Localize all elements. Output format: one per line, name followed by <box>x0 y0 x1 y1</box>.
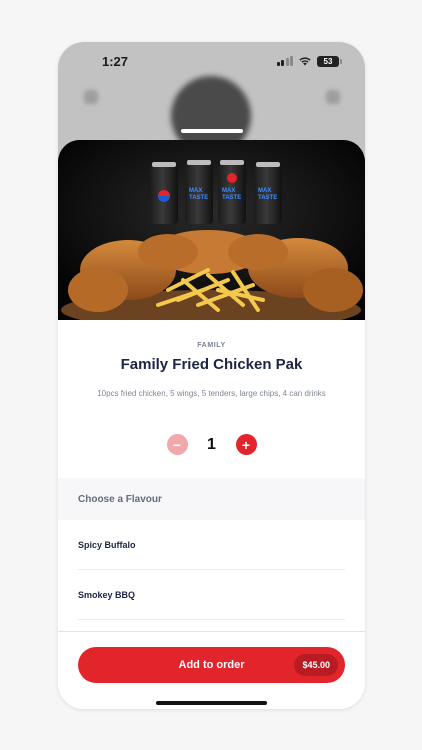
flavour-option-smokey-bbq[interactable]: Smokey BBQ <box>78 570 345 620</box>
add-to-order-button[interactable]: Add to order $45.00 <box>78 647 345 683</box>
signal-icon <box>276 56 293 66</box>
add-to-order-label: Add to order <box>178 659 245 671</box>
status-icons: 53 <box>276 55 342 67</box>
product-description: 10pcs fried chicken, 5 wings, 5 tenders,… <box>97 389 326 398</box>
drink-can: MAX TASTE <box>185 160 213 224</box>
drink-can: MAX TASTE <box>254 162 282 224</box>
home-indicator <box>156 701 267 705</box>
product-title: Family Fried Chicken Pak <box>120 356 303 373</box>
decrease-quantity-button[interactable]: − <box>166 434 188 455</box>
svg-text:MAX: MAX <box>222 188 235 194</box>
svg-text:TASTE: TASTE <box>222 195 241 201</box>
svg-text:MAX: MAX <box>258 188 271 194</box>
svg-text:MAX: MAX <box>189 188 202 194</box>
product-sheet: MAX TASTE MAX TASTE MAX TASTE FAMILY Fam… <box>58 140 365 709</box>
drink-can: MAX TASTE <box>218 160 246 224</box>
drink-can <box>150 162 178 224</box>
back-icon[interactable] <box>84 90 98 104</box>
quantity-value: 1 <box>207 435 216 453</box>
svg-text:TASTE: TASTE <box>189 195 208 201</box>
price-badge: $45.00 <box>294 654 338 676</box>
status-time: 1:27 <box>102 53 129 69</box>
flavour-section-header: Choose a Flavour <box>58 478 365 520</box>
quantity-stepper: − 1 + <box>58 434 365 455</box>
product-image: MAX TASTE MAX TASTE MAX TASTE <box>58 140 365 320</box>
product-info: FAMILY Family Fried Chicken Pak 10pcs fr… <box>58 320 365 398</box>
phone-frame: 1:27 53 MAX TASTE MAX TASTE MAX TASTE FA… <box>58 42 365 709</box>
flavour-option-spicy-buffalo[interactable]: Spicy Buffalo <box>78 520 345 570</box>
increase-quantity-button[interactable]: + <box>235 434 257 455</box>
product-category: FAMILY <box>197 342 226 349</box>
battery-icon: 53 <box>317 55 342 67</box>
sheet-handle[interactable] <box>181 129 243 133</box>
status-bar: 1:27 53 <box>58 42 365 80</box>
wifi-icon <box>299 57 311 66</box>
svg-text:TASTE: TASTE <box>258 195 277 201</box>
order-footer: Add to order $45.00 <box>58 631 365 709</box>
cart-icon[interactable] <box>326 90 340 104</box>
